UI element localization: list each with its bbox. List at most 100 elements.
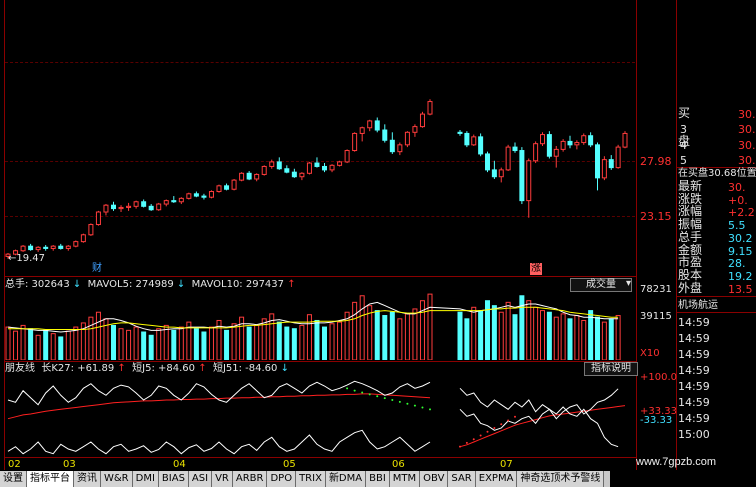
candle-body: [588, 135, 594, 146]
candle-body: [615, 146, 621, 169]
total-volume-label: 总手: 302643: [5, 279, 70, 290]
candle-body: [553, 148, 559, 157]
candle-body: [471, 136, 477, 146]
volume-bar: [540, 310, 545, 360]
volume-bar: [13, 330, 19, 360]
date-label-02: 02: [8, 459, 21, 470]
tick-time: 14:59: [678, 364, 710, 377]
tab-4[interactable]: DMI: [132, 471, 159, 487]
tab-7[interactable]: VR: [212, 471, 233, 487]
candle-body: [231, 179, 237, 190]
indicator-name: 朋友线: [5, 363, 35, 374]
volume-bar: [231, 323, 237, 360]
stat-label: 总手: [678, 229, 703, 244]
indicator-dot: [472, 438, 475, 441]
order-level-5[interactable]: 5 30.: [678, 154, 756, 167]
tab-10[interactable]: TRIX: [296, 471, 326, 487]
volume-bar: [73, 326, 79, 360]
candle-body: [126, 205, 132, 208]
order-level-3[interactable]: 3 30.: [678, 123, 756, 136]
tab-6[interactable]: ASI: [188, 471, 213, 487]
candle-body: [546, 134, 552, 157]
tab-14[interactable]: OBV: [420, 471, 449, 487]
stat-value: 30.2: [728, 231, 753, 245]
volume-chart[interactable]: [5, 290, 635, 360]
candle-body: [163, 200, 169, 205]
candle-body: [156, 203, 162, 211]
volume-bar: [291, 328, 297, 360]
rise-limit-badge[interactable]: 涨: [530, 263, 542, 275]
price-volume-divider: [4, 276, 636, 277]
candle-body: [216, 185, 222, 193]
stat-value: +2.2: [728, 206, 755, 220]
candle-body: [224, 185, 230, 190]
candle-body: [239, 172, 245, 181]
tab-11[interactable]: 新DMA: [325, 471, 367, 487]
tick-time: 14:59: [678, 412, 710, 425]
candle-body: [314, 162, 320, 167]
volume-bar: [95, 311, 101, 360]
down-arrow-icon: ↓: [176, 279, 186, 290]
tab-12[interactable]: BBI: [366, 471, 390, 487]
indicator-dot: [500, 423, 503, 426]
indicator-dot: [507, 419, 510, 422]
up-arrow-icon: ↑: [117, 363, 126, 374]
candle-body: [118, 206, 124, 210]
tab-5[interactable]: BIAS: [158, 471, 189, 487]
candlestick-chart[interactable]: [5, 0, 635, 275]
tab-8[interactable]: ARBR: [232, 471, 268, 487]
volume-indicator-button[interactable]: 成交量: [570, 278, 632, 292]
candle-body: [464, 132, 470, 146]
candle-body: [141, 201, 147, 207]
candle-body: [457, 131, 463, 134]
candle-body: [622, 132, 628, 148]
stat-label: 股本: [678, 267, 703, 282]
candle-body: [178, 197, 184, 203]
volume-bar: [118, 328, 124, 360]
volume-bar: [512, 314, 518, 360]
candle-body: [329, 164, 335, 171]
candle-body: [601, 159, 607, 179]
tab-13[interactable]: MTM: [389, 471, 421, 487]
tab-2[interactable]: 资讯: [74, 471, 101, 487]
tick-time: 14:59: [678, 348, 710, 361]
candle-body: [103, 204, 109, 213]
volume-bar: [337, 321, 343, 360]
dropdown-arrow-icon[interactable]: ▾: [626, 278, 631, 290]
tab-17[interactable]: 神奇选顶术予警线: [517, 471, 605, 487]
candle-body: [201, 195, 207, 198]
indicator-help-button[interactable]: 指标说明: [584, 362, 638, 376]
tab-16[interactable]: EXPMA: [475, 471, 518, 487]
stat-value: 9.15: [728, 244, 753, 258]
finance-badge[interactable]: 财: [92, 263, 102, 275]
order-level-price: 30.: [738, 154, 756, 167]
tab-15[interactable]: SAR: [448, 471, 476, 487]
tab-9[interactable]: DPO: [267, 471, 297, 487]
date-axis-line: [4, 457, 636, 458]
tab-0[interactable]: 设置: [0, 471, 27, 487]
indicator-line-短J51: [7, 429, 431, 455]
candle-body: [344, 150, 350, 163]
tab-3[interactable]: W&R: [101, 471, 133, 487]
indicator-chart[interactable]: [5, 372, 635, 456]
order-top-value: 30.: [738, 108, 756, 121]
volume-bar: [246, 326, 252, 360]
volume-bar: [156, 328, 162, 360]
volume-bar: [43, 329, 49, 360]
candle-body: [65, 245, 71, 249]
volume-bar: [505, 301, 511, 360]
tab-1[interactable]: 指标平台: [27, 471, 74, 487]
indicator-tab-bar: 设置 指标平台 资讯 W&R DMI BIAS ASI VR ARBR DPO TRIX 新DMA BB…: [0, 471, 610, 487]
volume-bar: [615, 315, 621, 360]
sector-title[interactable]: 机场航运: [678, 299, 718, 312]
order-level-4[interactable]: 4 30.: [678, 139, 756, 152]
candle-body: [58, 245, 64, 249]
volume-bar: [427, 293, 433, 360]
volume-bar: [65, 330, 71, 360]
indicator-dot: [479, 434, 482, 437]
volume-bar: [284, 326, 290, 360]
volume-bar: [498, 311, 504, 360]
candle-body: [73, 241, 79, 247]
indicator-dot: [459, 445, 461, 448]
candle-body: [404, 131, 410, 146]
